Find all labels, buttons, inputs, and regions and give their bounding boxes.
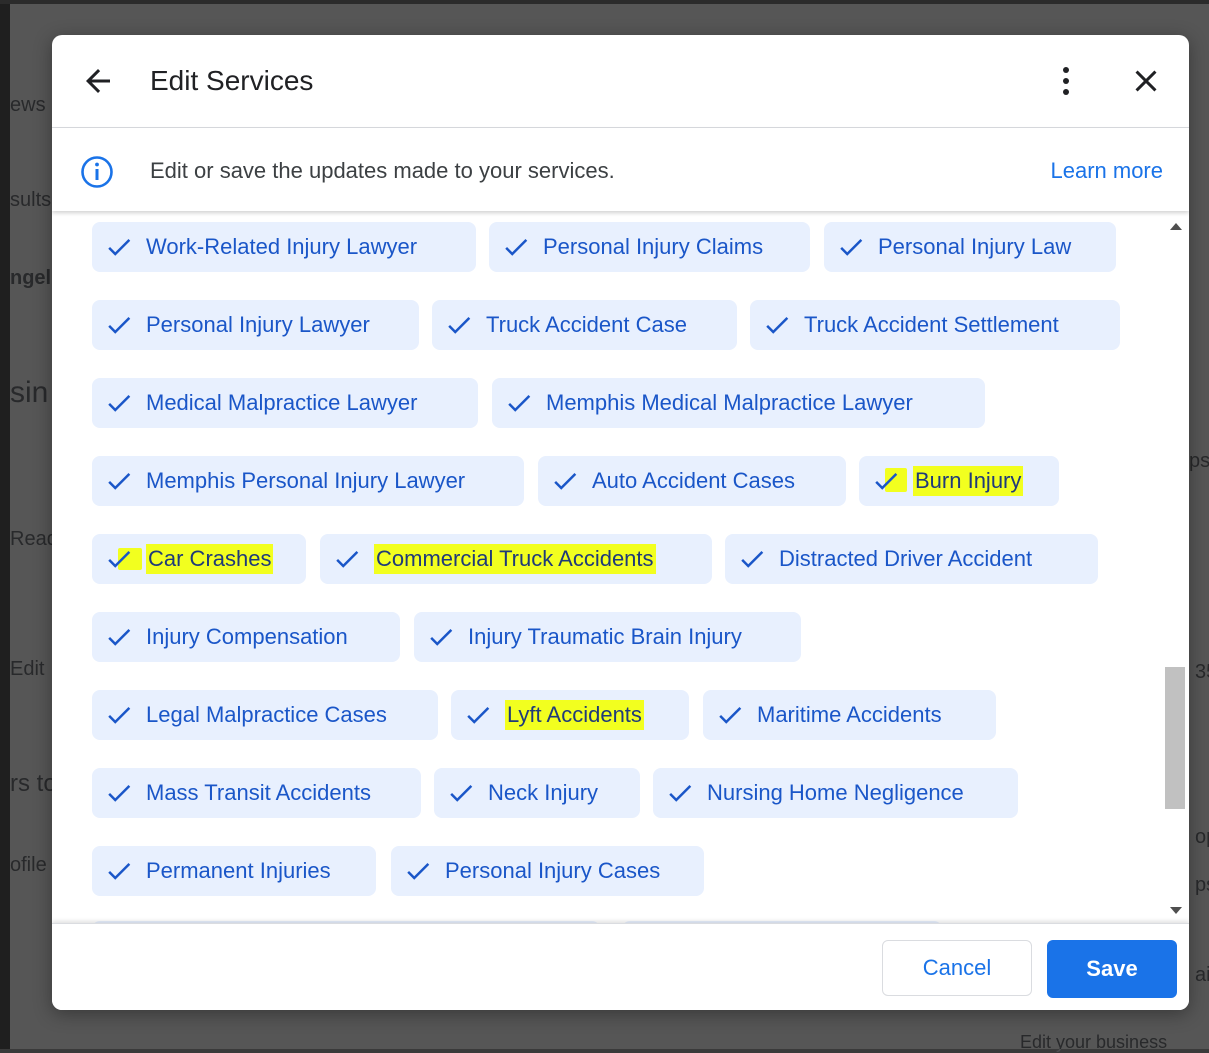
service-label: Auto Accident Cases [592, 468, 796, 493]
check-icon [448, 316, 471, 334]
service-label: Personal Injury Law [878, 234, 1072, 259]
check-icon [407, 862, 430, 880]
service-label: Personal Injury Claims [543, 234, 764, 259]
check-icon [108, 472, 131, 490]
check-icon [108, 862, 131, 880]
service-chip-maritime-accidents[interactable]: Maritime Accidents [703, 690, 996, 740]
service-chip-personal-injury-cases[interactable]: Personal Injury Cases [391, 846, 704, 896]
info-icon [80, 155, 114, 189]
arrow-left-icon [86, 69, 110, 93]
window-top-edge [0, 0, 1209, 4]
service-label: Memphis Personal Injury Lawyer [146, 468, 466, 493]
service-chip-medical-malpractice-lawyer[interactable]: Medical Malpractice Lawyer [92, 378, 478, 428]
service-label: Nursing Home Negligence [707, 780, 964, 805]
check-icon [669, 784, 692, 802]
learn-more-link[interactable]: Learn more [1050, 156, 1163, 186]
service-chip-truck-accident-case[interactable]: Truck Accident Case [432, 300, 737, 350]
service-label: Work-Related Injury Lawyer [146, 234, 418, 259]
service-chip-burn-injury[interactable]: Burn Injury [859, 456, 1059, 506]
service-label: Truck Accident Settlement [804, 312, 1059, 337]
service-chip-memphis-medical-malpractice-lawyer[interactable]: Memphis Medical Malpractice Lawyer [492, 378, 985, 428]
check-icon [505, 238, 528, 256]
service-label: Legal Malpractice Cases [146, 702, 387, 727]
service-chip-personal-injury-law[interactable]: Personal Injury Law [824, 222, 1116, 272]
service-label: Neck Injury [488, 780, 599, 805]
check-icon [430, 628, 453, 646]
service-label: Injury Compensation [146, 624, 348, 649]
check-icon [467, 706, 490, 724]
service-label: Personal Injury Cases [445, 858, 661, 883]
service-label: Personal Injury Lawyer [146, 312, 370, 337]
scroll-up-arrow-icon[interactable] [1170, 223, 1182, 230]
scroll-thumb[interactable] [1165, 667, 1185, 809]
service-label: Truck Accident Case [486, 312, 687, 337]
save-button[interactable]: Save [1047, 940, 1177, 998]
service-label: Maritime Accidents [757, 702, 942, 727]
check-icon [766, 316, 789, 334]
info-text: Edit or save the updates made to your se… [150, 158, 615, 183]
services-list: Work-Related Injury Lawyer Personal Inju… [52, 211, 1189, 923]
service-chip-lyft-accidents[interactable]: Lyft Accidents [451, 690, 689, 740]
service-label: Commercial Truck Accidents [374, 544, 656, 574]
check-icon [741, 550, 764, 568]
back-button[interactable] [80, 63, 116, 99]
service-chip-work-related-injury-lawyer[interactable]: Work-Related Injury Lawyer [92, 222, 476, 272]
close-button[interactable] [1128, 63, 1164, 99]
check-icon [108, 784, 131, 802]
window-edge [0, 0, 10, 1049]
info-banner: Edit or save the updates made to your se… [52, 128, 1189, 211]
service-chip-personal-injury-lawyer[interactable]: Personal Injury Lawyer [92, 300, 419, 350]
service-label: Car Crashes [146, 544, 274, 574]
service-label: Permanent Injuries [146, 858, 331, 883]
check-icon [875, 472, 898, 490]
cancel-button[interactable]: Cancel [882, 940, 1032, 996]
service-chip-car-crashes[interactable]: Car Crashes [92, 534, 306, 584]
check-icon [108, 394, 131, 412]
check-icon [554, 472, 577, 490]
service-chip-commercial-truck-accidents[interactable]: Commercial Truck Accidents [320, 534, 712, 584]
service-chip-mass-transit-accidents[interactable]: Mass Transit Accidents [92, 768, 421, 818]
service-chip-distracted-driver-accident[interactable]: Distracted Driver Accident [725, 534, 1098, 584]
check-icon [450, 784, 473, 802]
service-chip-truck-accident-settlement[interactable]: Truck Accident Settlement [750, 300, 1120, 350]
service-label: Mass Transit Accidents [146, 780, 371, 805]
dialog-header: Edit Services [52, 35, 1189, 128]
scroll-down-arrow-icon[interactable] [1170, 907, 1182, 914]
service-label: Lyft Accidents [505, 700, 644, 730]
service-chip-injury-traumatic-brain-injury[interactable]: Injury Traumatic Brain Injury [414, 612, 801, 662]
scrollbar[interactable] [1164, 219, 1188, 923]
service-label: Memphis Medical Malpractice Lawyer [546, 390, 913, 415]
edit-services-dialog: Edit Services Edit or save the updates m… [52, 35, 1189, 1010]
service-chip-memphis-personal-injury-lawyer[interactable]: Memphis Personal Injury Lawyer [92, 456, 524, 506]
service-chip-injury-compensation[interactable]: Injury Compensation [92, 612, 400, 662]
service-chip-nursing-home-negligence[interactable]: Nursing Home Negligence [653, 768, 1018, 818]
service-chip-neck-injury[interactable]: Neck Injury [434, 768, 640, 818]
close-icon [1135, 70, 1157, 92]
check-icon [108, 706, 131, 724]
check-icon [108, 550, 131, 568]
dialog-footer: Cancel Save [52, 923, 1189, 1010]
service-label: Distracted Driver Accident [779, 546, 1033, 571]
service-label: Medical Malpractice Lawyer [146, 390, 418, 415]
service-chip-permanent-injuries[interactable]: Permanent Injuries [92, 846, 376, 896]
more-vert-icon [1063, 67, 1069, 95]
check-icon [840, 238, 863, 256]
check-icon [336, 550, 359, 568]
dialog-title: Edit Services [150, 65, 314, 96]
service-chip-personal-injury-claims[interactable]: Personal Injury Claims [489, 222, 810, 272]
check-icon [108, 316, 131, 334]
service-label: Burn Injury [913, 466, 1024, 496]
service-chip-legal-malpractice-cases[interactable]: Legal Malpractice Cases [92, 690, 438, 740]
more-options-button[interactable] [1052, 63, 1080, 99]
check-icon [108, 628, 131, 646]
service-label: Injury Traumatic Brain Injury [468, 624, 742, 649]
check-icon [508, 394, 531, 412]
service-chip-auto-accident-cases[interactable]: Auto Accident Cases [538, 456, 846, 506]
check-icon [719, 706, 742, 724]
check-icon [108, 238, 131, 256]
